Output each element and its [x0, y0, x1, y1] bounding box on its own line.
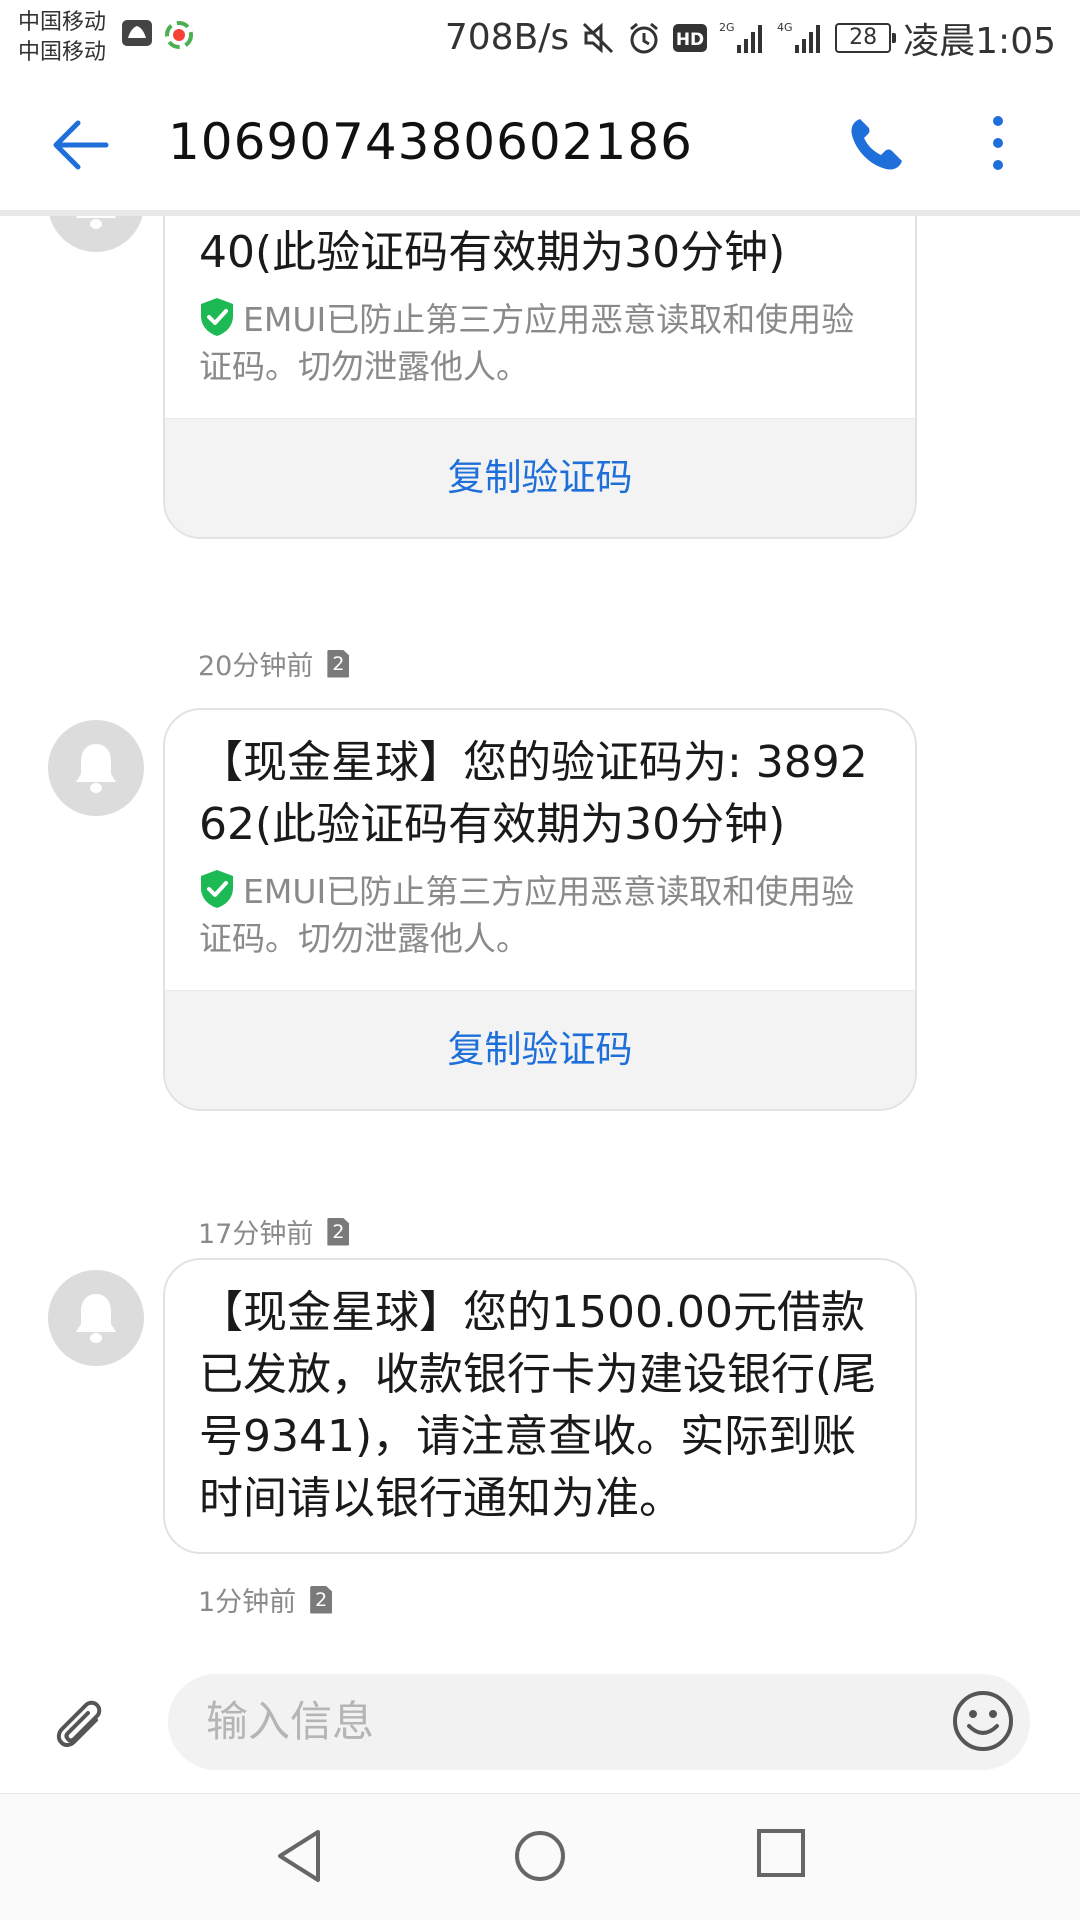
message-meta: 17分钟前 2: [198, 1212, 350, 1251]
sim-badge: 2: [310, 1585, 333, 1614]
sim-badge: 2: [327, 1217, 350, 1246]
huawei-app-icon: [122, 20, 152, 46]
status-right-group: 708B/s HD 2G 4G 28 凌晨1:05: [445, 0, 1056, 75]
shield-check-icon: [201, 870, 233, 908]
nav-recents-icon[interactable]: [756, 1828, 806, 1878]
sender-avatar: [48, 720, 144, 816]
message-meta: 20分钟前 2: [198, 644, 350, 683]
hd-voice-icon: HD: [673, 23, 708, 52]
carrier-names: 中国移动 中国移动: [18, 8, 106, 68]
message-list[interactable]: 【现金星球】您的验证码为: 635340(此验证码有效期为30分钟) EMUI已…: [0, 216, 1080, 1666]
carrier-2: 中国移动: [18, 40, 107, 65]
sender-avatar: [48, 216, 144, 252]
security-note-text: EMUI已防止第三方应用恶意读取和使用验证码。切勿泄露他人。: [199, 300, 855, 386]
carrier-1: 中国移动: [18, 10, 107, 35]
sender-avatar: [48, 1270, 144, 1366]
message-input[interactable]: 输入信息: [168, 1674, 1030, 1770]
message-text: 【现金星球】您的验证码为: 635340(此验证码有效期为30分钟): [199, 227, 786, 278]
alarm-icon: [630, 22, 659, 53]
smiley-icon[interactable]: [950, 1688, 1016, 1754]
message-text: 【现金星球】您的验证码为: 389262(此验证码有效期为30分钟): [199, 737, 868, 850]
app-notification-icon: [165, 21, 193, 49]
signal-sim1-icon: 2G: [719, 21, 763, 53]
battery-indicator: 28: [835, 22, 897, 53]
paperclip-icon[interactable]: [52, 1698, 116, 1762]
sim1-net-label: 2G: [719, 21, 735, 34]
message-bubble[interactable]: 【现金星球】您的验证码为: 635340(此验证码有效期为30分钟) EMUI已…: [163, 216, 917, 539]
security-note: EMUI已防止第三方应用恶意读取和使用验证码。切勿泄露他人。: [199, 296, 881, 418]
shield-check-icon: [201, 298, 233, 336]
system-nav-bar: [0, 1793, 1080, 1920]
message-bubble[interactable]: 【现金星球】您的验证码为: 389262(此验证码有效期为30分钟) EMUI已…: [163, 708, 917, 1111]
hd-label: HD: [676, 30, 704, 50]
bell-icon: [76, 744, 116, 793]
status-bar: 中国移动 中国移动 708B/s HD 2G 4G 28 凌晨1:05: [0, 0, 1080, 75]
more-vertical-icon[interactable]: [980, 111, 1016, 175]
message-text: 【现金星球】您的1500.00元借款已发放，收款银行卡为建设银行(尾号9341)…: [199, 1287, 877, 1524]
message-bubble[interactable]: 【现金星球】您的1500.00元借款已发放，收款银行卡为建设银行(尾号9341)…: [163, 1258, 917, 1554]
sim2-net-label: 4G: [777, 21, 793, 34]
sim-badge: 2: [327, 649, 350, 678]
conversation-header: 1069074380602186: [0, 75, 1080, 216]
message-meta: 1分钟前 2: [198, 1580, 333, 1619]
mute-icon: [583, 22, 614, 53]
nav-home-icon[interactable]: [512, 1828, 568, 1884]
signal-sim2-icon: 4G: [777, 21, 821, 53]
security-note-text: EMUI已防止第三方应用恶意读取和使用验证码。切勿泄露他人。: [199, 872, 855, 958]
bell-icon: [76, 1294, 116, 1343]
clock: 凌晨1:05: [903, 20, 1056, 62]
message-time: 20分钟前: [198, 651, 314, 682]
bell-icon: [76, 216, 116, 229]
network-speed: 708B/s: [444, 17, 570, 58]
sms-conversation-screen: 中国移动 中国移动 708B/s HD 2G 4G 28 凌晨1:05 1069…: [0, 0, 1080, 1920]
message-time: 1分钟前: [198, 1587, 297, 1618]
nav-back-icon[interactable]: [274, 1828, 324, 1884]
copy-code-button[interactable]: 复制验证码: [165, 990, 915, 1109]
phone-icon[interactable]: [846, 115, 906, 175]
security-note: EMUI已防止第三方应用恶意读取和使用验证码。切勿泄露他人。: [199, 868, 881, 990]
composer-bar: 输入信息: [0, 1660, 1080, 1790]
message-time: 17分钟前: [198, 1219, 314, 1250]
arrow-left-icon[interactable]: [48, 113, 112, 177]
sender-number: 1069074380602186: [168, 113, 693, 171]
copy-code-button[interactable]: 复制验证码: [165, 418, 915, 537]
